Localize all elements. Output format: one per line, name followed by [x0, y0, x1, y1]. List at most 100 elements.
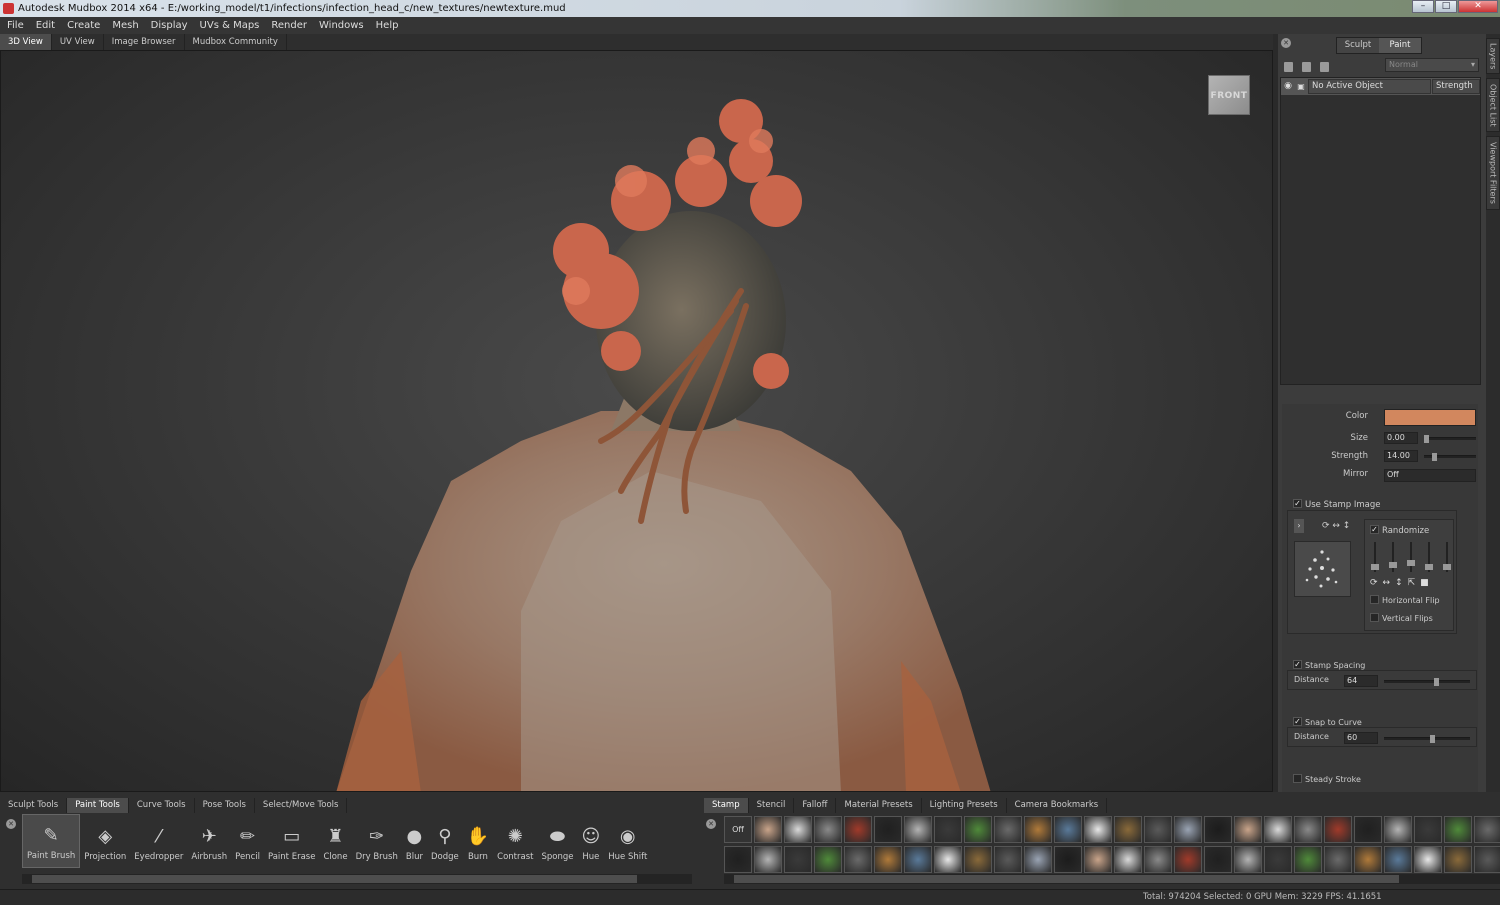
- menu-render[interactable]: Render: [271, 20, 307, 31]
- stamp-tray-close-icon[interactable]: ✕: [706, 819, 716, 829]
- stamp-thumbnail[interactable]: [1444, 846, 1472, 873]
- strength-slider[interactable]: [1424, 453, 1476, 461]
- stamp-thumbnail[interactable]: [1264, 816, 1292, 843]
- menu-file[interactable]: File: [7, 20, 24, 31]
- tool-sponge[interactable]: ⬬ Sponge: [537, 814, 577, 868]
- tools-scrollbar[interactable]: [22, 874, 692, 884]
- menu-windows[interactable]: Windows: [319, 20, 364, 31]
- randomize-sliders[interactable]: [1371, 542, 1451, 572]
- menu-edit[interactable]: Edit: [36, 20, 55, 31]
- stamp-thumbnail[interactable]: [1324, 846, 1352, 873]
- stamp-thumbnail[interactable]: [844, 846, 872, 873]
- size-slider[interactable]: [1424, 435, 1476, 443]
- stamp-thumbnail[interactable]: [784, 846, 812, 873]
- sculpt-layers-tab[interactable]: Sculpt: [1337, 38, 1379, 53]
- blend-mode-dropdown[interactable]: Normal: [1385, 58, 1479, 72]
- tool-paint-brush[interactable]: ✎ Paint Brush: [22, 814, 81, 868]
- stamp-thumbnail[interactable]: [844, 816, 872, 843]
- stamp-thumbnail[interactable]: [904, 816, 932, 843]
- stamp-thumbnail[interactable]: [1144, 816, 1172, 843]
- tab-3d-view[interactable]: 3D View: [0, 34, 52, 50]
- stamp-spacing-checkbox[interactable]: ✓: [1293, 660, 1302, 669]
- tool-contrast[interactable]: ✺ Contrast: [493, 814, 537, 868]
- stamp-thumbnail[interactable]: [784, 816, 812, 843]
- stamp-thumbnail[interactable]: [874, 816, 902, 843]
- tab-sculpt-tools[interactable]: Sculpt Tools: [0, 798, 68, 813]
- stamp-thumbnail[interactable]: [1324, 816, 1352, 843]
- menu-display[interactable]: Display: [151, 20, 188, 31]
- tab-select-move-tools[interactable]: Select/Move Tools: [255, 798, 348, 813]
- stamp-thumbnail[interactable]: [904, 846, 932, 873]
- menu-uvs-maps[interactable]: UVs & Maps: [200, 20, 260, 31]
- minimize-button[interactable]: –: [1412, 0, 1434, 13]
- stamp-thumbnail[interactable]: [1264, 846, 1292, 873]
- stamp-thumbnail[interactable]: [1084, 816, 1112, 843]
- stamp-thumbnail[interactable]: [964, 846, 992, 873]
- side-tab-layers[interactable]: Layers: [1486, 38, 1500, 74]
- stamp-thumbnail[interactable]: [934, 846, 962, 873]
- menu-help[interactable]: Help: [376, 20, 399, 31]
- stamp-thumbnail[interactable]: [1384, 816, 1412, 843]
- stamp-thumbnail[interactable]: [1414, 816, 1442, 843]
- stamp-thumbnail[interactable]: [994, 846, 1022, 873]
- tool-pencil[interactable]: ✏ Pencil: [231, 814, 264, 868]
- stamp-thumbnail[interactable]: [754, 846, 782, 873]
- layer-row[interactable]: ◉ ▣ No Active Object Strength: [1281, 78, 1480, 95]
- snap-distance-slider[interactable]: [1384, 735, 1470, 743]
- stamp-thumbnail[interactable]: [814, 846, 842, 873]
- stamp-thumbnail[interactable]: [1144, 846, 1172, 873]
- paint-layers-tab[interactable]: Paint: [1379, 38, 1421, 53]
- stamp-distance-field[interactable]: 64: [1344, 675, 1378, 687]
- stamp-thumbnail[interactable]: [1474, 816, 1500, 843]
- duplicate-layer-icon[interactable]: [1302, 62, 1311, 72]
- menu-create[interactable]: Create: [67, 20, 100, 31]
- stamp-thumbnail[interactable]: [1204, 846, 1232, 873]
- stamp-thumbnail[interactable]: [814, 816, 842, 843]
- stamp-distance-slider[interactable]: [1384, 678, 1470, 686]
- tool-blur[interactable]: ● Blur: [402, 814, 427, 868]
- tool-projection[interactable]: ◈ Projection: [80, 814, 130, 868]
- stamp-thumbnail[interactable]: [1114, 846, 1142, 873]
- tool-clone[interactable]: ♜ Clone: [319, 814, 351, 868]
- stamp-thumbnail[interactable]: [1294, 816, 1322, 843]
- tool-paint-erase[interactable]: ▭ Paint Erase: [264, 814, 319, 868]
- maximize-button[interactable]: □: [1435, 0, 1457, 13]
- snap-to-curve-checkbox[interactable]: ✓: [1293, 717, 1302, 726]
- close-button[interactable]: ✕: [1458, 0, 1498, 13]
- tool-hue-shift[interactable]: ◉ Hue Shift: [604, 814, 651, 868]
- new-layer-icon[interactable]: [1284, 62, 1293, 72]
- stamp-thumbnail[interactable]: [874, 846, 902, 873]
- stamp-thumbnail[interactable]: [1474, 846, 1500, 873]
- stamp-thumbnail[interactable]: [1354, 816, 1382, 843]
- tool-hue[interactable]: ☺ Hue: [578, 814, 605, 868]
- stamp-thumbnail[interactable]: [1084, 846, 1112, 873]
- tool-eyedropper[interactable]: ⁄ Eyedropper: [130, 814, 187, 868]
- tab-lighting-presets[interactable]: Lighting Presets: [922, 798, 1007, 813]
- tab-paint-tools[interactable]: Paint Tools: [67, 798, 129, 813]
- tools-tray-close-icon[interactable]: ✕: [6, 819, 16, 829]
- stamp-thumbnail[interactable]: [1024, 816, 1052, 843]
- mirror-dropdown[interactable]: Off: [1384, 469, 1476, 482]
- tab-uv-view[interactable]: UV View: [52, 34, 104, 50]
- stamps-scrollbar[interactable]: [724, 874, 1500, 884]
- stamp-thumbnail[interactable]: [1234, 816, 1262, 843]
- stamp-thumbnail[interactable]: [964, 816, 992, 843]
- tool-airbrush[interactable]: ✈ Airbrush: [187, 814, 231, 868]
- side-tab-viewport-filters[interactable]: Viewport Filters: [1486, 136, 1500, 210]
- stamp-thumbnail[interactable]: [1294, 846, 1322, 873]
- tab-stamp[interactable]: Stamp: [704, 798, 749, 813]
- stamp-thumbnail[interactable]: [1384, 846, 1412, 873]
- strength-field[interactable]: 14.00: [1384, 450, 1418, 462]
- tool-burn[interactable]: ✋ Burn: [463, 814, 493, 868]
- stamp-thumbnail[interactable]: [1024, 846, 1052, 873]
- stamp-thumbnail[interactable]: [1174, 846, 1202, 873]
- color-swatch[interactable]: [1384, 409, 1476, 426]
- tab-pose-tools[interactable]: Pose Tools: [195, 798, 255, 813]
- delete-layer-icon[interactable]: [1320, 62, 1329, 72]
- panel-close-icon[interactable]: ✕: [1281, 38, 1291, 48]
- side-tab-object-list[interactable]: Object List: [1486, 78, 1500, 132]
- stamp-rotate-icons[interactable]: ⟳ ↔ ↕: [1322, 521, 1350, 531]
- tab-camera-bookmarks[interactable]: Camera Bookmarks: [1007, 798, 1108, 813]
- stamp-thumbnail[interactable]: [994, 816, 1022, 843]
- size-field[interactable]: 0.00: [1384, 432, 1418, 444]
